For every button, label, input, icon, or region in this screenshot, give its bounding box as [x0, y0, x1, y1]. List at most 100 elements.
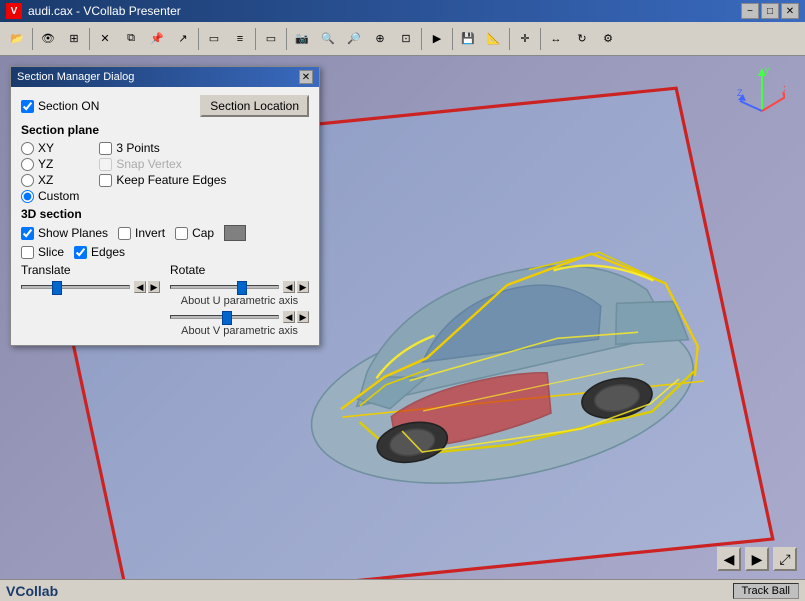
expand-nav-button[interactable]: ⤢ — [773, 547, 797, 571]
xy-radio[interactable] — [21, 142, 34, 155]
toolbar: 📂 👁 ⊞ ✕ ⧉ 📌 ↗ ▭ ≡ ▭ 📷 🔍 🔎 ⊕ ⊡ ▶ 💾 📐 ✛ ↔ … — [0, 22, 805, 56]
3points-label[interactable]: 3 Points — [99, 141, 226, 155]
next-nav-button[interactable]: ▶ — [745, 547, 769, 571]
camera-button[interactable]: 📷 — [289, 26, 315, 52]
navigation-buttons: ◀ ▶ ⤢ — [717, 547, 797, 571]
snap-vertex-checkbox[interactable] — [99, 158, 112, 171]
translate-left-arrow[interactable]: ◀ — [134, 281, 146, 293]
play-button[interactable]: ▶ — [424, 26, 450, 52]
open-button[interactable]: 📂 — [4, 26, 30, 52]
translate-slider-thumb[interactable] — [52, 281, 62, 295]
dialog-title-bar: Section Manager Dialog ✕ — [11, 67, 319, 87]
zoom-out-button[interactable]: 🔎 — [341, 26, 367, 52]
show-planes-row: Show Planes Invert Cap — [21, 225, 309, 241]
cap-color-swatch[interactable] — [224, 225, 246, 241]
section-on-checkbox[interactable] — [21, 100, 34, 113]
axes-widget: Y X Z — [735, 66, 785, 116]
settings-button[interactable]: ⚙ — [595, 26, 621, 52]
cap-checkbox[interactable] — [175, 227, 188, 240]
zoom-box-button[interactable]: ⊕ — [367, 26, 393, 52]
main-area: Y X Z ◀ ▶ ⤢ Section Manager Dialog ✕ — [0, 56, 805, 579]
svg-text:Z: Z — [737, 88, 743, 98]
snap-vertex-label[interactable]: Snap Vertex — [99, 157, 226, 171]
section-plane-radios: XY YZ XZ Custom — [21, 141, 79, 203]
toolbar-sep-9 — [540, 28, 541, 50]
section-location-button[interactable]: Section Location — [200, 95, 309, 117]
rotate-col: Rotate ◀ ▶ About U parametric axis — [170, 263, 309, 337]
custom-radio-label[interactable]: Custom — [21, 189, 79, 203]
window-controls: − □ ✕ — [741, 3, 799, 19]
move-button[interactable]: ✛ — [512, 26, 538, 52]
pan-button[interactable]: ↔ — [543, 26, 569, 52]
dialog-close-button[interactable]: ✕ — [299, 70, 313, 84]
translate-label: Translate — [21, 263, 160, 277]
keep-feature-edges-label[interactable]: Keep Feature Edges — [99, 173, 226, 187]
rotate-v-slider-thumb[interactable] — [222, 311, 232, 325]
slice-label[interactable]: Slice — [21, 245, 64, 259]
rotate-u-right-arrow[interactable]: ▶ — [297, 281, 309, 293]
pin-button[interactable]: 📌 — [144, 26, 170, 52]
save-button[interactable]: 💾 — [455, 26, 481, 52]
toolbar-sep-7 — [452, 28, 453, 50]
slice-checkbox[interactable] — [21, 246, 34, 259]
cross-button[interactable]: ✕ — [92, 26, 118, 52]
vcollab-logo: VCollab — [6, 583, 58, 599]
xy-radio-label[interactable]: XY — [21, 141, 79, 155]
edges-label[interactable]: Edges — [74, 245, 125, 259]
translate-arrows: ◀ ▶ — [134, 281, 160, 293]
translate-col: Translate ◀ ▶ — [21, 263, 160, 293]
rotate-u-slider-track — [170, 285, 279, 289]
section-on-label[interactable]: Section ON — [21, 99, 99, 113]
translate-right-arrow[interactable]: ▶ — [148, 281, 160, 293]
list-button[interactable]: ≡ — [227, 26, 253, 52]
rotate-v-arrows: ◀ ▶ — [283, 311, 309, 323]
toolbar-sep-1 — [32, 28, 33, 50]
edges-checkbox[interactable] — [74, 246, 87, 259]
rotate-u-axis-label: About U parametric axis — [170, 295, 309, 307]
cap-label[interactable]: Cap — [175, 226, 214, 240]
screen-button[interactable]: ▭ — [258, 26, 284, 52]
prev-nav-button[interactable]: ◀ — [717, 547, 741, 571]
rotate-u-slider-container: ◀ ▶ — [170, 281, 309, 293]
zoom-in-button[interactable]: 🔍 — [315, 26, 341, 52]
pointer-button[interactable]: ↗ — [170, 26, 196, 52]
frame-button[interactable]: ▭ — [201, 26, 227, 52]
section-on-row: Section ON Section Location — [21, 95, 309, 117]
show-planes-checkbox[interactable] — [21, 227, 34, 240]
rotate-v-slider-container: ◀ ▶ — [170, 311, 309, 323]
translate-slider-track — [21, 285, 130, 289]
slice-edges-row: Slice Edges — [21, 245, 309, 259]
rotate-u-slider-thumb[interactable] — [237, 281, 247, 295]
rotate-v-left-arrow[interactable]: ◀ — [283, 311, 295, 323]
invert-label[interactable]: Invert — [118, 226, 165, 240]
maximize-button[interactable]: □ — [761, 3, 779, 19]
view-button[interactable]: 👁 — [35, 26, 61, 52]
grid-button[interactable]: ⊞ — [61, 26, 87, 52]
show-planes-label[interactable]: Show Planes — [21, 226, 108, 240]
section-manager-dialog: Section Manager Dialog ✕ Section ON Sect… — [10, 66, 320, 346]
translate-slider-container: ◀ ▶ — [21, 281, 160, 293]
section-plane-options: XY YZ XZ Custom — [21, 141, 309, 203]
xz-radio-label[interactable]: XZ — [21, 173, 79, 187]
rotate-view-button[interactable]: ↻ — [569, 26, 595, 52]
rotate-v-slider-track — [170, 315, 279, 319]
invert-checkbox[interactable] — [118, 227, 131, 240]
minimize-button[interactable]: − — [741, 3, 759, 19]
3points-checkbox[interactable] — [99, 142, 112, 155]
yz-radio[interactable] — [21, 158, 34, 171]
close-button[interactable]: ✕ — [781, 3, 799, 19]
rotate-v-right-arrow[interactable]: ▶ — [297, 311, 309, 323]
toolbar-sep-2 — [89, 28, 90, 50]
yz-radio-label[interactable]: YZ — [21, 157, 79, 171]
section-plane-group-label: Section plane — [21, 123, 309, 137]
measure-button[interactable]: 📐 — [481, 26, 507, 52]
rotate-label: Rotate — [170, 263, 309, 277]
zoom-fit-button[interactable]: ⊡ — [393, 26, 419, 52]
custom-radio[interactable] — [21, 190, 34, 203]
rotate-u-arrows: ◀ ▶ — [283, 281, 309, 293]
keep-feature-edges-checkbox[interactable] — [99, 174, 112, 187]
xz-radio[interactable] — [21, 174, 34, 187]
copy-button[interactable]: ⧉ — [118, 26, 144, 52]
3d-section-group-label: 3D section — [21, 207, 309, 221]
rotate-u-left-arrow[interactable]: ◀ — [283, 281, 295, 293]
